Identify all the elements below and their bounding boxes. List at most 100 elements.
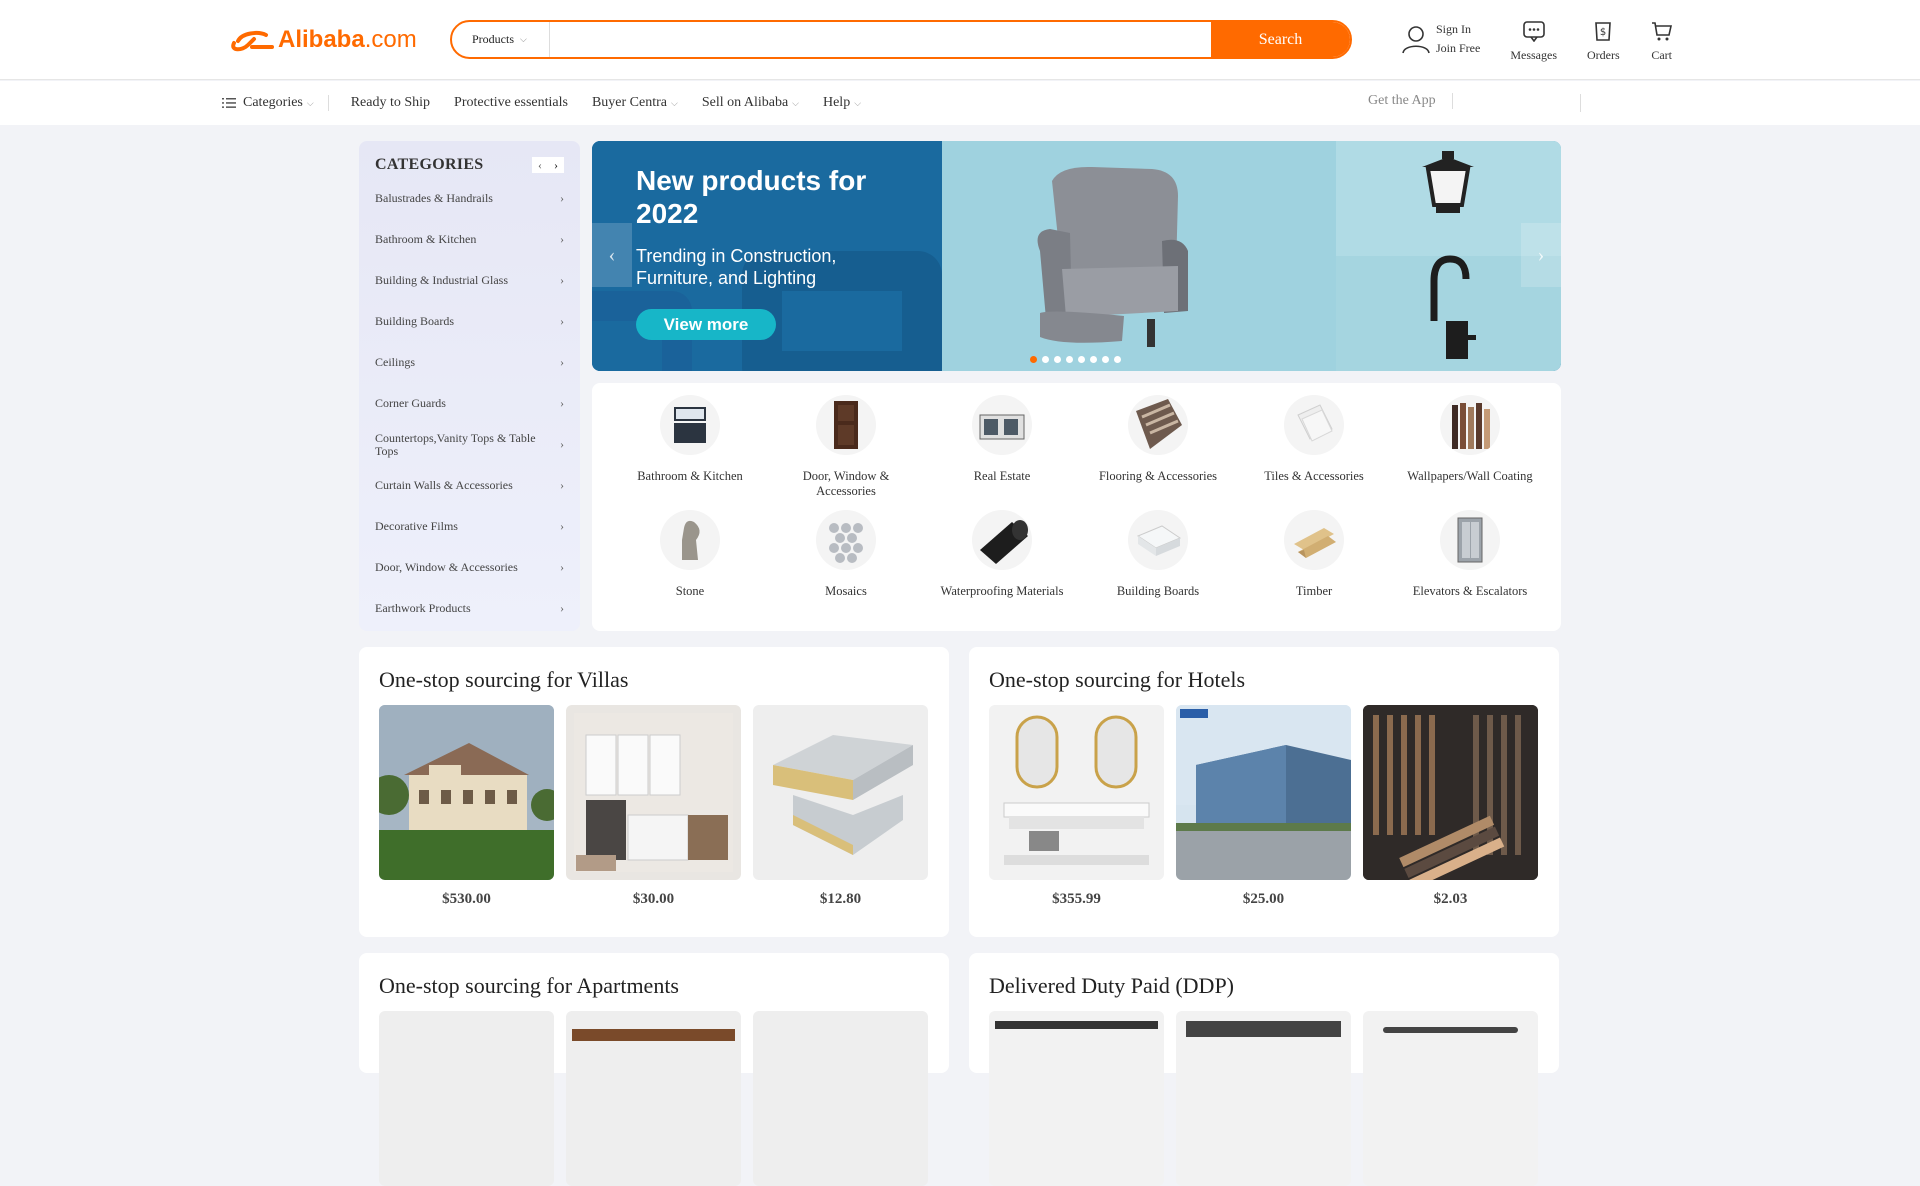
orders-label: Orders <box>1587 48 1620 62</box>
categories-menu[interactable]: Categories ⌵ <box>222 95 329 111</box>
product-image <box>566 1011 741 1186</box>
search-button[interactable]: Search <box>1211 22 1350 57</box>
search-type-select[interactable]: Products ⌵ <box>452 22 550 57</box>
carousel-dot[interactable] <box>1114 356 1121 363</box>
sourcing-card-hotels: One-stop sourcing for Hotels $355.99 $25… <box>969 647 1559 937</box>
categories-label: Categories <box>243 95 303 110</box>
category-item-earthwork[interactable]: Earthwork Products › <box>375 588 564 629</box>
subcategory-item[interactable]: Building Boards <box>1080 510 1236 599</box>
orders-button[interactable]: $ Orders <box>1587 20 1620 63</box>
sign-in-link[interactable]: Sign In <box>1436 20 1480 39</box>
product-card[interactable] <box>379 1011 554 1186</box>
carousel-dot[interactable] <box>1102 356 1109 363</box>
search-bar: Products ⌵ Search <box>450 20 1352 59</box>
subcategory-item[interactable]: Timber <box>1236 510 1392 599</box>
category-item-glass[interactable]: Building & Industrial Glass › <box>375 260 564 301</box>
carousel-dot[interactable] <box>1042 356 1049 363</box>
category-item-door-window[interactable]: Door, Window & Accessories › <box>375 547 564 588</box>
categories-title: CATEGORIES <box>375 156 484 173</box>
product-card[interactable] <box>1176 1011 1351 1186</box>
product-card[interactable]: $530.00 <box>379 705 554 908</box>
category-item-countertops[interactable]: Countertops,Vanity Tops & Table Tops › <box>375 424 564 465</box>
product-card[interactable] <box>1363 1011 1538 1186</box>
category-item-curtain-walls[interactable]: Curtain Walls & Accessories › <box>375 465 564 506</box>
chevron-down-icon: ⌵ <box>520 34 527 44</box>
nav-ready-to-ship[interactable]: Ready to Ship <box>351 95 430 111</box>
subcategory-item[interactable]: Flooring & Accessories <box>1080 395 1236 484</box>
product-card[interactable]: $12.80 <box>753 705 928 908</box>
cart-button[interactable]: Cart <box>1650 20 1674 63</box>
banner-next-button[interactable]: › <box>1521 223 1561 287</box>
subcategory-item[interactable]: Elevators & Escalators <box>1392 510 1548 599</box>
subcategory-item[interactable]: Bathroom & Kitchen <box>612 395 768 484</box>
carousel-dot[interactable] <box>1066 356 1073 363</box>
chevron-down-icon: ⌵ <box>792 97 799 108</box>
wall-panels-icon <box>1440 395 1500 455</box>
chevron-right-icon[interactable]: › <box>548 157 564 173</box>
chevron-right-icon: › <box>560 437 564 451</box>
divider <box>1580 94 1581 112</box>
subcategory-item[interactable]: Tiles & Accessories <box>1236 395 1392 484</box>
subcategory-item[interactable]: Stone <box>612 510 768 599</box>
section-title: One-stop sourcing for Apartments <box>379 973 679 998</box>
product-card[interactable]: $355.99 <box>989 705 1164 908</box>
product-card[interactable] <box>989 1011 1164 1186</box>
product-card[interactable]: $30.00 <box>566 705 741 908</box>
category-item-bathroom-kitchen[interactable]: Bathroom & Kitchen › <box>375 219 564 260</box>
subcategory-item[interactable]: Door, Window & Accessories <box>768 395 924 499</box>
subcategory-label: Building Boards <box>1116 584 1200 598</box>
chevron-down-icon: ⌵ <box>671 97 678 108</box>
subcategory-label: Elevators & Escalators <box>1412 584 1528 598</box>
chevron-right-icon: › <box>560 478 564 492</box>
messages-button[interactable]: Messages <box>1510 20 1557 63</box>
carousel-dot[interactable] <box>1078 356 1085 363</box>
chevron-down-icon: ⌵ <box>854 97 862 108</box>
subcategory-label: Timber <box>1295 584 1333 598</box>
carousel-dot[interactable] <box>1030 356 1037 363</box>
subcategory-item[interactable]: Mosaics <box>768 510 924 599</box>
nav-sell-on-alibaba[interactable]: Sell on Alibaba ⌵ <box>702 95 799 111</box>
nav-protective-essentials[interactable]: Protective essentials <box>454 95 568 111</box>
alibaba-logo[interactable]: Alibaba.com <box>228 25 417 55</box>
category-item-balustrades[interactable]: Balustrades & Handrails › <box>375 178 564 219</box>
header-actions: Sign In Join Free Messages $ Orders Cart <box>1400 20 1704 63</box>
account-menu[interactable]: Sign In Join Free <box>1400 20 1480 58</box>
sandwich-panel-image <box>753 705 928 880</box>
subcategory-grid: Bathroom & Kitchen Door, Window & Accesso… <box>592 383 1561 631</box>
subcategory-item[interactable]: Real Estate <box>924 395 1080 484</box>
category-item-decorative-films[interactable]: Decorative Films › <box>375 506 564 547</box>
carousel-dot[interactable] <box>1090 356 1097 363</box>
product-card[interactable] <box>753 1011 928 1186</box>
search-input[interactable] <box>550 22 1211 57</box>
product-card[interactable] <box>566 1011 741 1186</box>
category-item-building-boards[interactable]: Building Boards › <box>375 301 564 342</box>
chevron-left-icon: ‹ <box>608 243 616 266</box>
chevron-left-icon[interactable]: ‹ <box>532 157 548 173</box>
chevron-right-icon: › <box>560 396 564 410</box>
view-more-button[interactable]: View more <box>636 309 776 340</box>
sourcing-card-apartments: One-stop sourcing for Apartments <box>359 953 949 1186</box>
nav-buyer-central[interactable]: Buyer Centra ⌵ <box>592 95 678 111</box>
board-stack-icon <box>1128 510 1188 570</box>
subcategory-item[interactable]: Waterproofing Materials <box>924 510 1080 599</box>
elevator-icon <box>1440 510 1500 570</box>
product-image <box>379 1011 554 1186</box>
chevron-down-icon: ⌵ <box>306 97 314 108</box>
product-card[interactable]: $2.03 <box>1363 705 1538 908</box>
chevron-right-icon: › <box>1537 243 1545 266</box>
user-icon <box>1402 26 1430 54</box>
wall-panel-image <box>1363 705 1538 880</box>
category-item-corner-guards[interactable]: Corner Guards › <box>375 383 564 424</box>
product-card[interactable]: $25.00 <box>1176 705 1351 908</box>
join-free-link[interactable]: Join Free <box>1436 39 1480 58</box>
carousel-dot[interactable] <box>1054 356 1061 363</box>
nav-help[interactable]: Help ⌵ <box>823 95 861 111</box>
subcategory-item[interactable]: Wallpapers/Wall Coating <box>1392 395 1548 484</box>
get-the-app-link[interactable]: Get the App <box>1368 93 1453 109</box>
banner-prev-button[interactable]: ‹ <box>592 223 632 287</box>
subcategory-label: Wallpapers/Wall Coating <box>1407 469 1533 483</box>
prefab-house-icon <box>972 395 1032 455</box>
promo-banner[interactable]: New products for 2022 Trending in Constr… <box>592 141 1561 371</box>
product-image <box>989 1011 1164 1186</box>
category-item-ceilings[interactable]: Ceilings › <box>375 342 564 383</box>
